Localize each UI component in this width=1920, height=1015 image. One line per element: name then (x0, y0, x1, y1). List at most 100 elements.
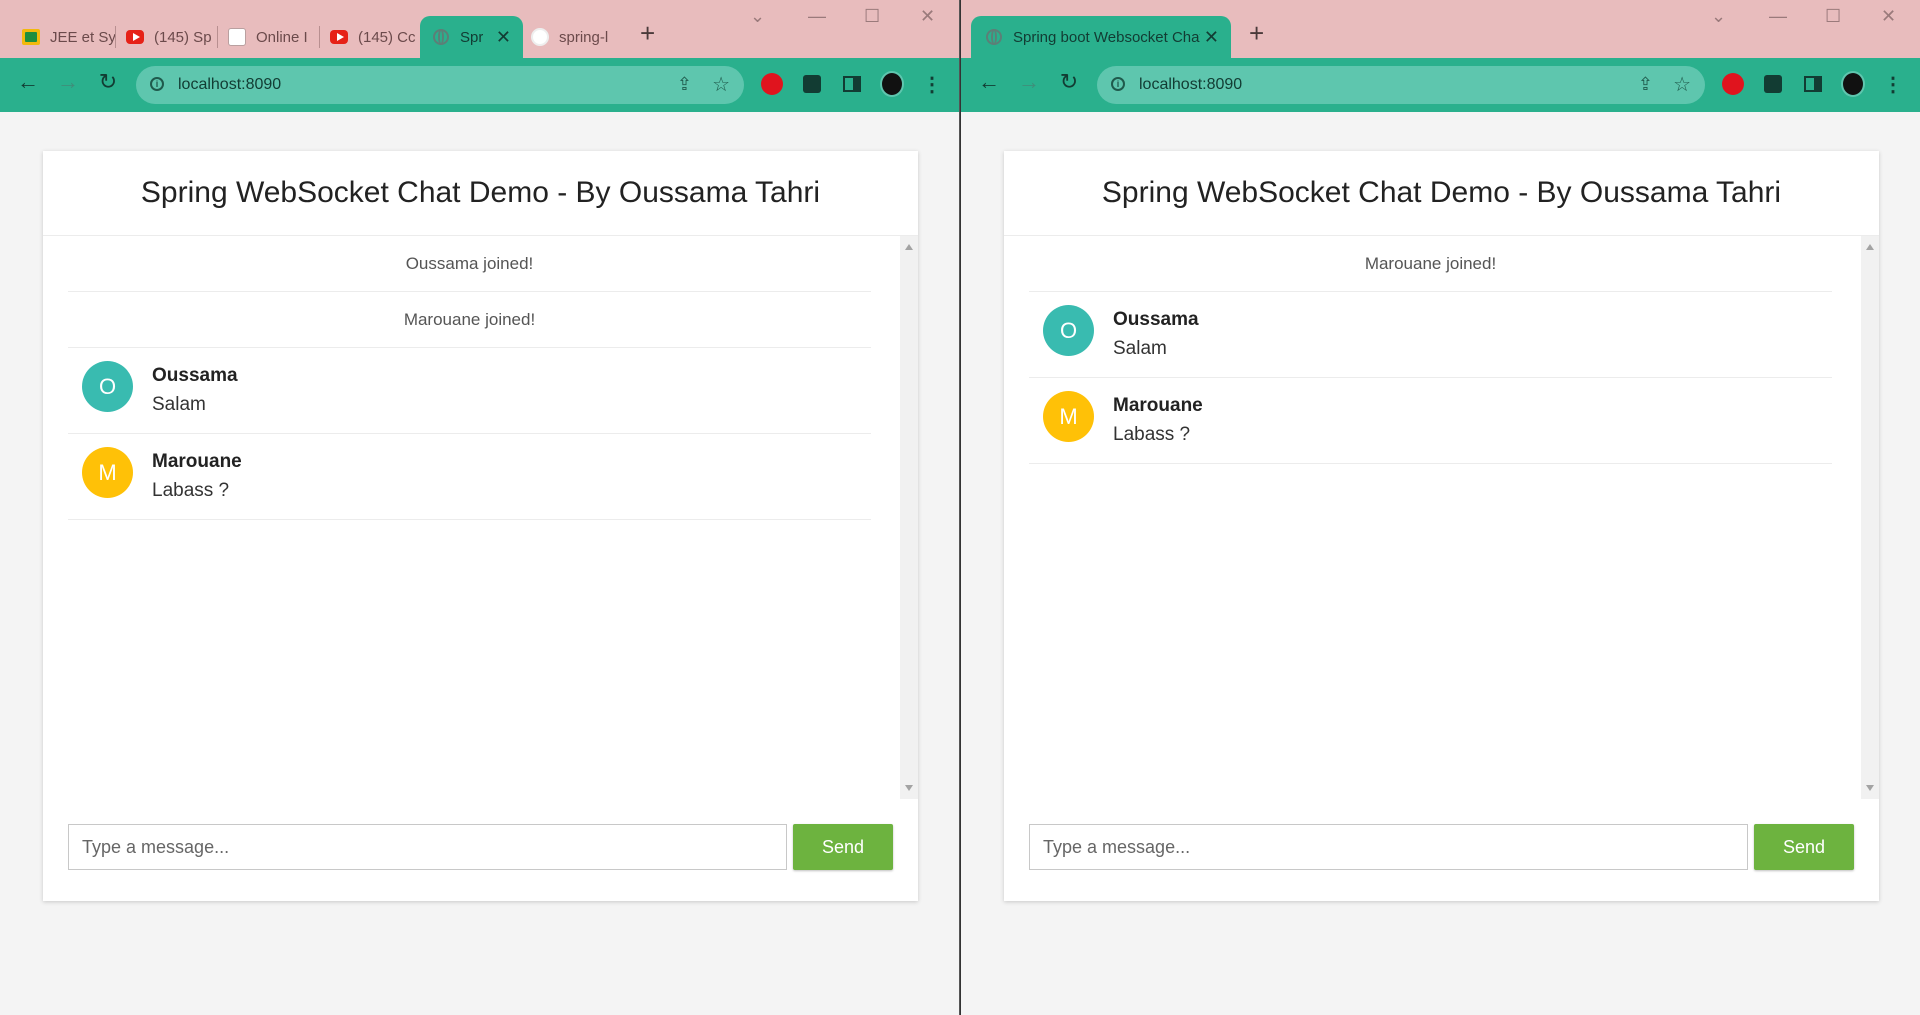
chat-message: M Marouane Labass ? (68, 434, 871, 520)
profile-avatar-icon[interactable] (880, 71, 904, 97)
chat-card: Spring WebSocket Chat Demo - By Oussama … (43, 151, 918, 901)
extensions-puzzle-icon[interactable] (800, 72, 824, 96)
message-sender: Oussama (1113, 309, 1199, 330)
back-icon[interactable]: ← (14, 69, 42, 95)
maximize-icon[interactable]: ☐ (1825, 6, 1841, 27)
forward-icon[interactable]: → (1015, 69, 1043, 95)
tab-online[interactable]: Online I (220, 16, 320, 58)
tab-title: spring-l (559, 28, 609, 46)
message-area[interactable]: Marouane joined! O Oussama Salam M Marou… (1004, 236, 1879, 799)
browser-window-left: JEE et Sy (145) Sp Online I (145) Cc Spr… (0, 0, 960, 1015)
close-tab-icon[interactable]: ✕ (1200, 27, 1223, 48)
message-sender: Marouane (152, 451, 242, 472)
page-title: Spring WebSocket Chat Demo - By Oussama … (1101, 176, 1782, 209)
share-icon[interactable]: ⇪ (677, 74, 692, 95)
scroll-down-icon[interactable] (905, 785, 913, 791)
scrollbar[interactable] (900, 236, 918, 799)
scroll-down-icon[interactable] (1866, 785, 1874, 791)
tab-chat-active[interactable]: Spring boot Websocket Chat Ap ✕ (971, 16, 1231, 58)
tab-strip: Spring boot Websocket Chat Ap ✕ + ⌄ — ☐ … (961, 0, 1920, 58)
tab-title: Online I (256, 28, 308, 46)
url-text[interactable]: localhost:8090 (178, 76, 281, 94)
chat-message: O Oussama Salam (1029, 292, 1832, 378)
message-list: Oussama joined! Marouane joined! O Oussa… (68, 236, 871, 520)
address-bar[interactable]: i localhost:8090 ⇪ ☆ (1097, 66, 1705, 104)
message-text: Labass ? (1113, 424, 1191, 445)
share-icon[interactable]: ⇪ (1638, 74, 1653, 95)
message-list: Marouane joined! O Oussama Salam M Marou… (1029, 236, 1832, 464)
tab-title: Spr (460, 28, 484, 46)
chat-header: Spring WebSocket Chat Demo - By Oussama … (1004, 151, 1879, 236)
close-tab-icon[interactable]: ✕ (492, 27, 515, 48)
tab-youtube-1[interactable]: (145) Sp (118, 16, 218, 58)
document-icon (228, 28, 246, 46)
globe-icon (985, 28, 1003, 46)
message-input[interactable] (1029, 824, 1748, 870)
forward-icon[interactable]: → (54, 69, 82, 95)
chat-message: M Marouane Labass ? (1029, 378, 1832, 464)
site-info-icon[interactable]: i (150, 77, 164, 91)
tab-jee[interactable]: JEE et Sy (14, 16, 116, 58)
tab-title: (145) Sp (154, 28, 212, 46)
url-text[interactable]: localhost:8090 (1139, 76, 1242, 94)
classroom-icon (22, 28, 40, 46)
message-sender: Oussama (152, 365, 238, 386)
new-tab-icon[interactable]: + (640, 18, 655, 49)
reload-icon[interactable]: ↻ (1055, 69, 1083, 95)
scrollbar[interactable] (1861, 236, 1879, 799)
avatar: O (1043, 305, 1094, 356)
tab-chat-active[interactable]: Spr ✕ (420, 16, 523, 58)
scroll-up-icon[interactable] (1866, 244, 1874, 250)
youtube-icon (330, 28, 348, 46)
event-message: Oussama joined! (68, 236, 871, 292)
profile-avatar-icon[interactable] (1841, 71, 1865, 97)
adblock-extension-icon[interactable] (760, 72, 784, 96)
tab-title: Spring boot Websocket Chat Ap (1013, 28, 1200, 46)
close-window-icon[interactable]: ✕ (920, 6, 935, 27)
tab-strip: JEE et Sy (145) Sp Online I (145) Cc Spr… (0, 0, 959, 58)
tab-title: (145) Cc (358, 28, 416, 46)
page-title: Spring WebSocket Chat Demo - By Oussama … (140, 176, 821, 209)
side-panel-icon[interactable] (840, 72, 864, 96)
tab-github[interactable]: spring-l (527, 16, 619, 58)
bookmark-star-icon[interactable]: ☆ (1673, 72, 1691, 97)
back-icon[interactable]: ← (975, 69, 1003, 95)
send-button[interactable]: Send (793, 824, 893, 870)
side-panel-icon[interactable] (1801, 72, 1825, 96)
maximize-icon[interactable]: ☐ (864, 6, 880, 27)
message-input[interactable] (68, 824, 787, 870)
reload-icon[interactable]: ↻ (94, 69, 122, 95)
tab-youtube-2[interactable]: (145) Cc (322, 16, 418, 58)
chat-header: Spring WebSocket Chat Demo - By Oussama … (43, 151, 918, 236)
address-bar[interactable]: i localhost:8090 ⇪ ☆ (136, 66, 744, 104)
tab-search-icon[interactable]: ⌄ (750, 6, 765, 27)
extensions-puzzle-icon[interactable] (1761, 72, 1785, 96)
browser-toolbar: ← → ↻ i localhost:8090 ⇪ ☆ ⋮ (961, 58, 1920, 112)
chat-message: O Oussama Salam (68, 348, 871, 434)
message-sender: Marouane (1113, 395, 1203, 416)
bookmark-star-icon[interactable]: ☆ (712, 72, 730, 97)
menu-kebab-icon[interactable]: ⋮ (1881, 72, 1905, 96)
message-text: Salam (152, 394, 206, 415)
event-message: Marouane joined! (68, 292, 871, 348)
avatar: M (82, 447, 133, 498)
menu-kebab-icon[interactable]: ⋮ (920, 72, 944, 96)
browser-toolbar: ← → ↻ i localhost:8090 ⇪ ☆ ⋮ (0, 58, 959, 112)
close-window-icon[interactable]: ✕ (1881, 6, 1896, 27)
avatar: O (82, 361, 133, 412)
tab-search-icon[interactable]: ⌄ (1711, 6, 1726, 27)
scroll-up-icon[interactable] (905, 244, 913, 250)
message-text: Labass ? (152, 480, 230, 501)
site-info-icon[interactable]: i (1111, 77, 1125, 91)
avatar: M (1043, 391, 1094, 442)
github-icon (531, 28, 549, 46)
send-button[interactable]: Send (1754, 824, 1854, 870)
browser-window-right: Spring boot Websocket Chat Ap ✕ + ⌄ — ☐ … (961, 0, 1920, 1015)
new-tab-icon[interactable]: + (1249, 18, 1264, 49)
event-message: Marouane joined! (1029, 236, 1832, 292)
message-area[interactable]: Oussama joined! Marouane joined! O Oussa… (43, 236, 918, 799)
minimize-icon[interactable]: — (808, 6, 826, 27)
minimize-icon[interactable]: — (1769, 6, 1787, 27)
tab-title: JEE et Sy (50, 28, 116, 46)
adblock-extension-icon[interactable] (1721, 72, 1745, 96)
